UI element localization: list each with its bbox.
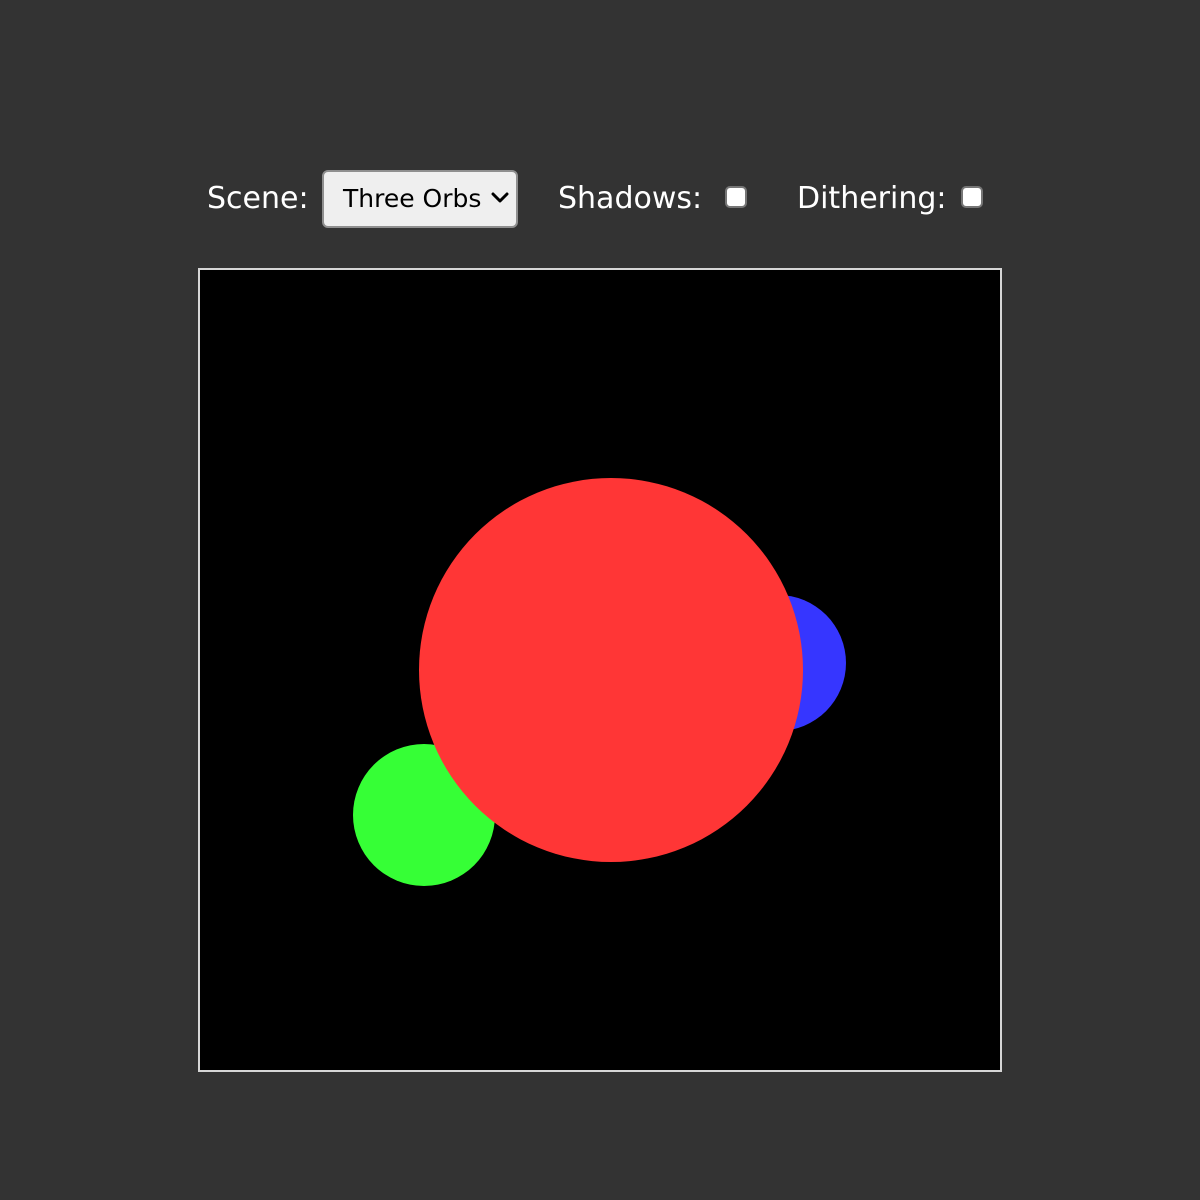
controls-toolbar: Scene: Three Orbs Shadows: Dithering: xyxy=(0,170,1200,228)
dithering-label: Dithering: xyxy=(797,181,947,216)
dithering-checkbox[interactable] xyxy=(961,186,983,208)
shadows-label: Shadows: xyxy=(558,181,703,216)
shadows-checkbox[interactable] xyxy=(725,186,747,208)
scene-select-value: Three Orbs xyxy=(343,184,482,213)
render-canvas xyxy=(198,268,1002,1072)
red-orb xyxy=(419,478,803,862)
chevron-down-icon xyxy=(491,192,509,203)
scene-render xyxy=(200,270,1000,1070)
scene-label: Scene: xyxy=(207,181,309,216)
scene-select[interactable]: Three Orbs xyxy=(322,170,518,228)
